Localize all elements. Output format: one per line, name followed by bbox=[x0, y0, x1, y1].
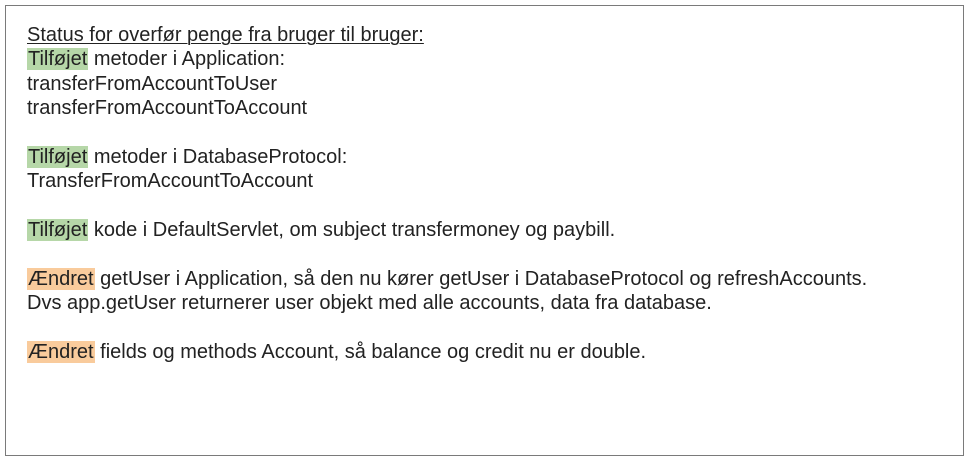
added-tag: Tilføjet bbox=[27, 48, 89, 71]
database-protocol-method-item: TransferFromAccountToAccount bbox=[27, 170, 314, 193]
get-user-continuation: Dvs app.getUser returnerer user objekt m… bbox=[27, 292, 712, 315]
document-content: Status for overfør penge fra bruger til … bbox=[27, 23, 953, 365]
changed-tag: Ændret bbox=[27, 268, 95, 291]
document-box: Status for overfør penge fra bruger til … bbox=[5, 5, 964, 456]
added-tag: Tilføjet bbox=[27, 146, 89, 169]
added-tag: Tilføjet bbox=[27, 219, 89, 242]
database-protocol-heading-text: metoder i DatabaseProtocol: bbox=[88, 146, 348, 169]
default-servlet-text: kode i DefaultServlet, om subject transf… bbox=[88, 219, 616, 242]
account-fields-line: Ændret fields og methods Account, så bal… bbox=[27, 340, 953, 364]
document-title: Status for overfør penge fra bruger til … bbox=[27, 24, 424, 46]
application-heading-text: metoder i Application: bbox=[88, 48, 286, 71]
changed-tag: Ændret bbox=[27, 341, 95, 364]
application-heading: Tilføjet metoder i Application: bbox=[27, 47, 953, 71]
get-user-line: Ændret getUser i Application, så den nu … bbox=[27, 267, 953, 291]
application-method-item: transferFromAccountToUser bbox=[27, 72, 278, 95]
default-servlet-line: Tilføjet kode i DefaultServlet, om subje… bbox=[27, 218, 953, 242]
account-fields-text: fields og methods Account, så balance og… bbox=[94, 341, 647, 364]
application-method-item: transferFromAccountToAccount bbox=[27, 97, 308, 120]
database-protocol-heading: Tilføjet metoder i DatabaseProtocol: bbox=[27, 145, 953, 169]
get-user-text: getUser i Application, så den nu kører g… bbox=[94, 268, 868, 291]
